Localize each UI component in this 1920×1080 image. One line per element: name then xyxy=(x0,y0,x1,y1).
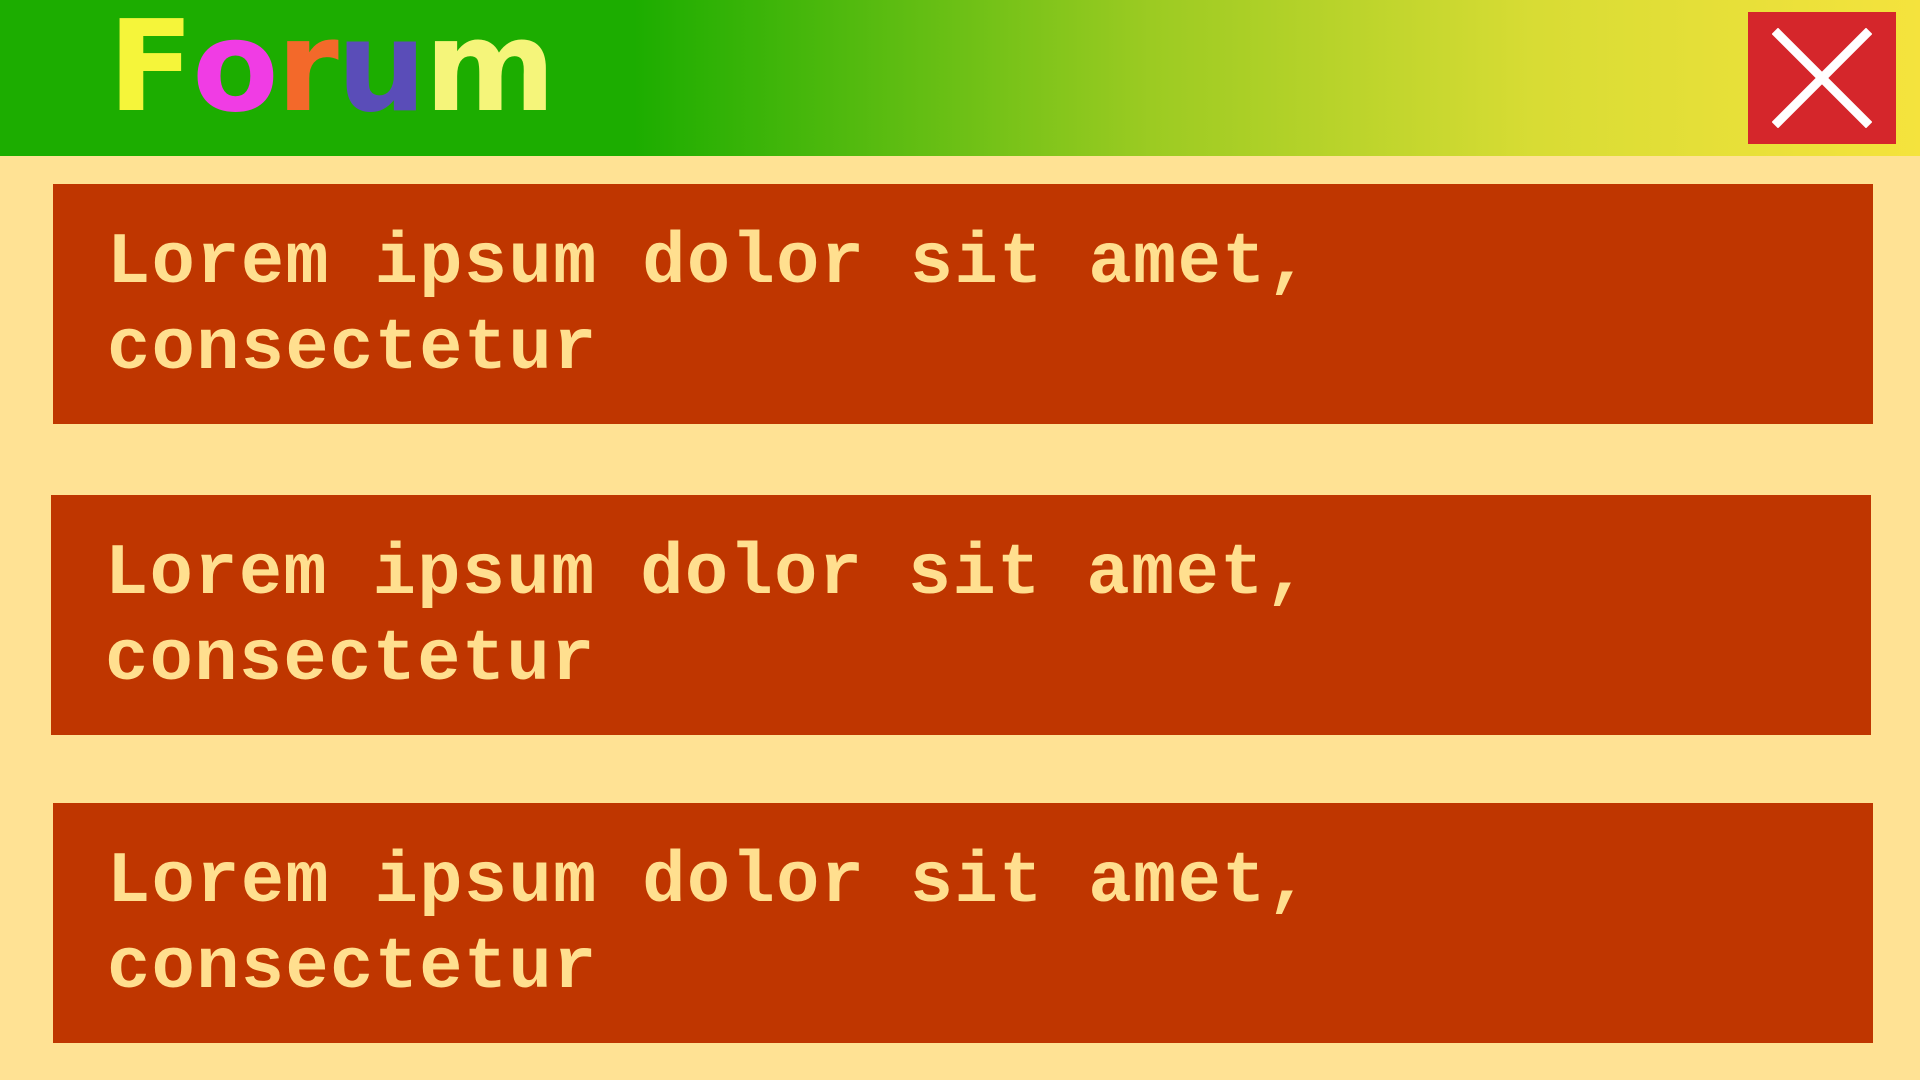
post-text: Lorem ipsum dolor sit amet, consectetur … xyxy=(107,222,1312,390)
logo-letter: u xyxy=(336,0,428,141)
post-text: Lorem ipsum dolor sit amet, consectetur … xyxy=(107,841,1312,1009)
header-bar: Forum xyxy=(0,0,1920,156)
post-text: Lorem ipsum dolor sit amet, consectetur … xyxy=(105,533,1310,701)
forum-post[interactable]: Lorem ipsum dolor sit amet, consectetur … xyxy=(53,803,1873,1043)
forum-post[interactable]: Lorem ipsum dolor sit amet, consectetur … xyxy=(53,184,1873,424)
forum-logo: Forum xyxy=(107,0,557,142)
close-icon xyxy=(1772,28,1872,128)
logo-letter: F xyxy=(107,0,195,141)
logo-letter: r xyxy=(276,0,340,141)
close-button[interactable] xyxy=(1748,12,1896,144)
logo-letter: m xyxy=(423,0,556,141)
logo-letter: o xyxy=(191,0,280,141)
forum-post[interactable]: Lorem ipsum dolor sit amet, consectetur … xyxy=(51,495,1871,735)
